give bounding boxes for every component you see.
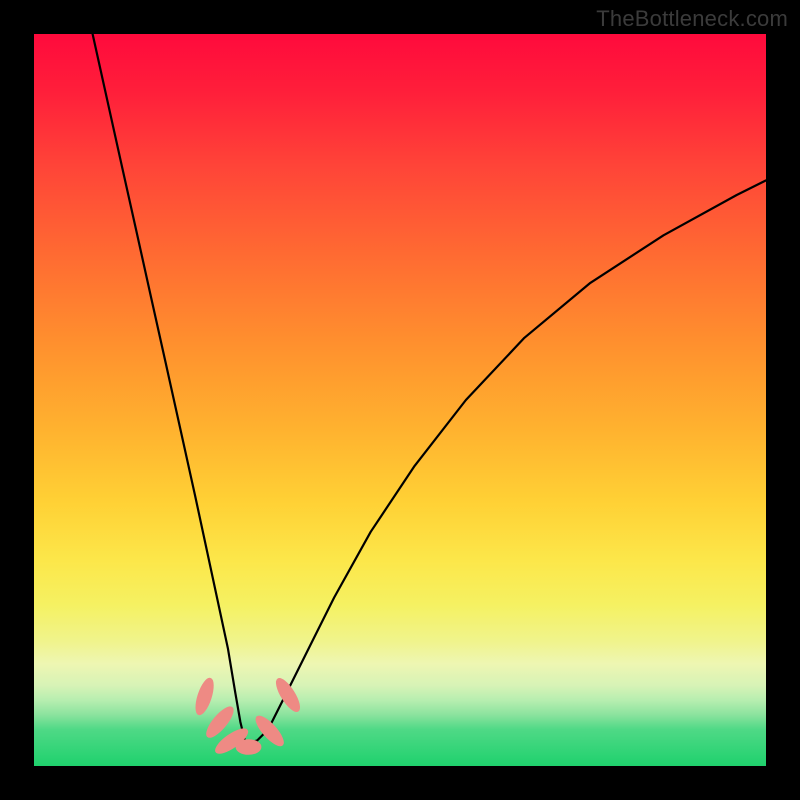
curve-marker <box>272 675 303 714</box>
chart-plot-area <box>34 34 766 766</box>
watermark-text: TheBottleneck.com <box>596 6 788 32</box>
chart-svg <box>34 34 766 766</box>
bottleneck-curve <box>93 34 766 743</box>
curve-marker <box>192 676 216 716</box>
curve-marker <box>236 740 261 755</box>
chart-frame: TheBottleneck.com <box>0 0 800 800</box>
curve-markers <box>192 675 303 757</box>
